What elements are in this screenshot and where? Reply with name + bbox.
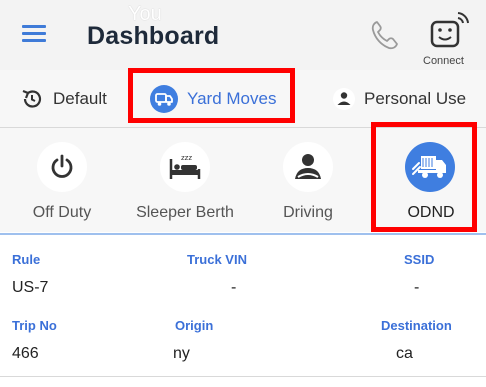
phone-icon[interactable] (368, 18, 402, 52)
truck-vin-value: - (231, 279, 237, 296)
status-driving[interactable]: Driving (248, 128, 368, 232)
dashboard-screen: You Dashboard Connect Default Yard Moves… (0, 0, 486, 387)
ssid-header: SSID (404, 252, 435, 267)
odnd-highlight-box (371, 122, 477, 232)
status-driving-label: Driving (283, 204, 333, 221)
mode-default-label: Default (53, 88, 107, 108)
power-icon (37, 142, 87, 192)
connect-label: Connect (423, 55, 464, 67)
origin-header: Origin (175, 318, 214, 333)
destination-header: Destination (381, 318, 452, 333)
ssid-value: - (414, 279, 420, 296)
app-header: You Dashboard Connect (0, 0, 486, 70)
mode-personal-use[interactable]: Personal Use (333, 70, 466, 127)
origin-value: ny (173, 345, 190, 362)
status-sleeper-berth-label: Sleeper Berth (136, 204, 234, 221)
mode-default[interactable]: Default (20, 70, 107, 127)
hamburger-menu-icon[interactable] (22, 23, 48, 45)
status-off-duty-label: Off Duty (32, 204, 92, 221)
rule-value: US-7 (12, 279, 49, 296)
trip-info-panel: Rule Truck VIN SSID US-7 - - Trip No Ori… (0, 235, 486, 387)
sleeper-bed-icon: zzz (160, 142, 210, 192)
trip-no-value: 466 (12, 345, 39, 362)
driver-icon (283, 142, 333, 192)
connect-device-icon[interactable] (428, 10, 470, 50)
person-icon (333, 87, 355, 110)
mode-personal-use-label: Personal Use (364, 88, 467, 108)
rule-header: Rule (12, 252, 41, 267)
bottom-divider (0, 376, 486, 377)
svg-text:zzz: zzz (181, 154, 192, 162)
yard-moves-highlight-box (128, 68, 295, 123)
status-off-duty[interactable]: Off Duty (2, 128, 122, 232)
truck-vin-header: Truck VIN (187, 252, 247, 267)
page-title: Dashboard (87, 22, 220, 50)
status-sleeper-berth[interactable]: zzz Sleeper Berth (125, 128, 245, 232)
destination-value: ca (396, 345, 413, 362)
history-icon (20, 87, 44, 111)
trip-no-header: Trip No (12, 318, 57, 333)
